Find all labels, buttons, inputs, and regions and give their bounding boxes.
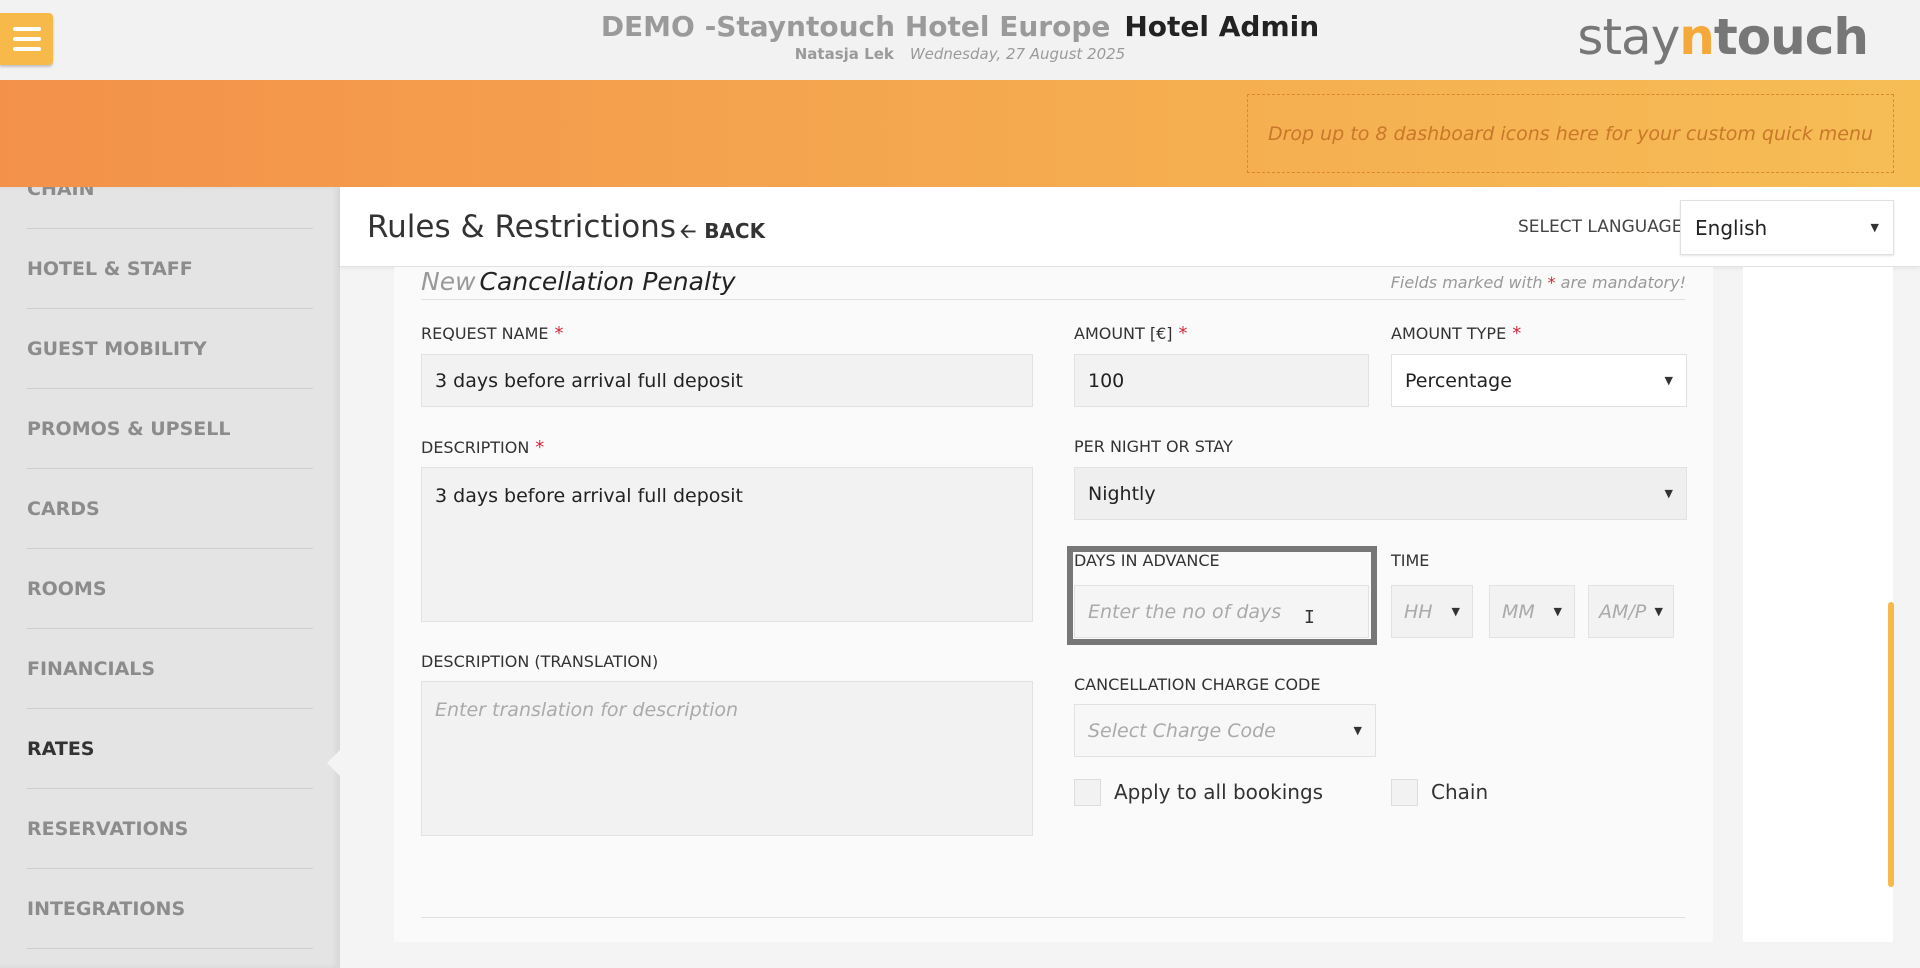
title-bar: Rules & Restrictions 🡠 BACK SELECT LANGUA…: [340, 187, 1920, 267]
arrow-left-icon: 🡠: [680, 219, 697, 243]
form-title-text: Cancellation Penalty: [479, 267, 736, 296]
time-minute-select[interactable]: MM ▼: [1489, 585, 1575, 638]
request-name-label: REQUEST NAME *: [421, 323, 563, 344]
per-night-or-stay-select[interactable]: Nightly ▼: [1074, 467, 1687, 520]
language-value: English: [1695, 215, 1768, 240]
active-item-pointer: [327, 749, 341, 777]
back-label: BACK: [704, 219, 766, 243]
caret-down-icon: ▼: [1664, 374, 1673, 387]
label-text: AMOUNT [€]: [1074, 324, 1173, 343]
caret-down-icon: ▼: [1870, 221, 1879, 234]
charge-code-value: Select Charge Code: [1088, 719, 1276, 742]
amount-type-label: AMOUNT TYPE *: [1391, 323, 1521, 344]
per-night-or-stay-label: PER NIGHT OR STAY: [1074, 437, 1233, 456]
main-panel: Rules & Restrictions 🡠 BACK SELECT LANGUA…: [340, 187, 1920, 968]
text-cursor-icon: I: [1304, 607, 1315, 628]
description-label: DESCRIPTION *: [421, 437, 544, 458]
sidebar: CHAIN HOTEL & STAFF GUEST MOBILITY PROMO…: [0, 187, 340, 968]
time-minute-value: MM: [1502, 600, 1535, 623]
top-header: DEMO -Stayntouch Hotel Europe Hotel Admin…: [0, 0, 1920, 80]
per-night-or-stay-value: Nightly: [1088, 482, 1156, 505]
divider: [421, 917, 1685, 918]
amount-type-select[interactable]: Percentage ▼: [1391, 354, 1687, 407]
app-name: Hotel Admin: [1124, 10, 1320, 43]
vertical-scrollbar[interactable]: [1888, 602, 1894, 887]
sidebar-item-hotel-staff[interactable]: HOTEL & STAFF: [27, 229, 313, 309]
caret-down-icon: ▼: [1654, 605, 1663, 618]
description-translation-label: DESCRIPTION (TRANSLATION): [421, 652, 659, 671]
hotel-name: DEMO -Stayntouch Hotel Europe: [600, 10, 1111, 43]
caret-down-icon: ▼: [1353, 724, 1362, 737]
required-star: *: [535, 437, 545, 458]
apply-to-all-bookings-label: Apply to all bookings: [1114, 780, 1324, 804]
chain-label: Chain: [1431, 780, 1489, 804]
current-date: Wednesday, 27 August 2025: [909, 45, 1126, 63]
logo-part: stay: [1577, 8, 1680, 66]
cancellation-penalty-form: New Cancellation Penalty Fields marked wi…: [394, 267, 1713, 942]
time-label: TIME: [1391, 551, 1430, 570]
user-name: Natasja Lek: [794, 45, 894, 63]
sidebar-item-reservations[interactable]: RESERVATIONS: [27, 789, 313, 869]
select-language-label: SELECT LANGUAGE: [1518, 217, 1683, 237]
caret-down-icon: ▼: [1553, 605, 1562, 618]
sidebar-item-rooms[interactable]: ROOMS: [27, 549, 313, 629]
mandatory-note-text: Fields marked with: [1390, 273, 1543, 292]
back-button[interactable]: 🡠 BACK: [680, 217, 765, 251]
label-text: DESCRIPTION: [421, 438, 530, 457]
sidebar-item-guest-mobility[interactable]: GUEST MOBILITY: [27, 309, 313, 389]
description-translation-textarea[interactable]: Enter translation for description: [421, 681, 1033, 836]
logo-part: n: [1679, 8, 1715, 66]
caret-down-icon: ▼: [1451, 605, 1460, 618]
logo-part: touch: [1713, 8, 1869, 66]
amount-label: AMOUNT [€] *: [1074, 323, 1188, 344]
required-star: *: [1547, 273, 1556, 292]
required-star: *: [1512, 323, 1522, 344]
request-name-input[interactable]: 3 days before arrival full deposit: [421, 354, 1033, 407]
label-text: AMOUNT TYPE: [1391, 324, 1507, 343]
amount-type-value: Percentage: [1405, 369, 1512, 392]
sidebar-item-cards[interactable]: CARDS: [27, 469, 313, 549]
sidebar-item-rates[interactable]: RATES: [27, 709, 313, 789]
sidebar-item-promos-upsell[interactable]: PROMOS & UPSELL: [27, 389, 313, 469]
form-title: New Cancellation Penalty: [421, 267, 736, 296]
time-ampm-select[interactable]: AM/P ▼: [1588, 585, 1674, 638]
stayntouch-logo: stayntouch: [1577, 8, 1869, 66]
caret-down-icon: ▼: [1664, 487, 1673, 500]
mandatory-note: Fields marked with * are mandatory!: [1391, 273, 1686, 292]
mandatory-note-text: are mandatory!: [1560, 273, 1686, 292]
required-star: *: [1178, 323, 1188, 344]
sidebar-item-integrations[interactable]: INTEGRATIONS: [27, 869, 313, 949]
quick-menu-band: Drop up to 8 dashboard icons here for yo…: [0, 80, 1920, 187]
sidebar-item-chain[interactable]: CHAIN: [27, 187, 313, 229]
required-star: *: [554, 323, 564, 344]
amount-input[interactable]: 100: [1074, 354, 1369, 407]
chain-checkbox[interactable]: [1391, 779, 1418, 806]
right-panel: [1743, 267, 1893, 942]
label-text: REQUEST NAME: [421, 324, 549, 343]
focus-highlight: [1067, 546, 1377, 645]
time-hour-select[interactable]: HH ▼: [1391, 585, 1473, 638]
divider: [421, 299, 1685, 300]
sidebar-item-financials[interactable]: FINANCIALS: [27, 629, 313, 709]
description-textarea[interactable]: 3 days before arrival full deposit: [421, 467, 1033, 622]
language-select[interactable]: English ▼: [1680, 200, 1894, 255]
cancellation-charge-code-label: CANCELLATION CHARGE CODE: [1074, 675, 1321, 694]
charge-code-select[interactable]: Select Charge Code ▼: [1074, 704, 1376, 757]
time-ampm-value: AM/P: [1599, 600, 1647, 623]
time-hour-value: HH: [1404, 600, 1433, 623]
apply-to-all-bookings-checkbox[interactable]: [1074, 779, 1101, 806]
page-title: Rules & Restrictions: [367, 209, 676, 245]
form-title-prefix: New: [421, 267, 476, 296]
quick-menu-dropzone[interactable]: Drop up to 8 dashboard icons here for yo…: [1247, 94, 1894, 173]
